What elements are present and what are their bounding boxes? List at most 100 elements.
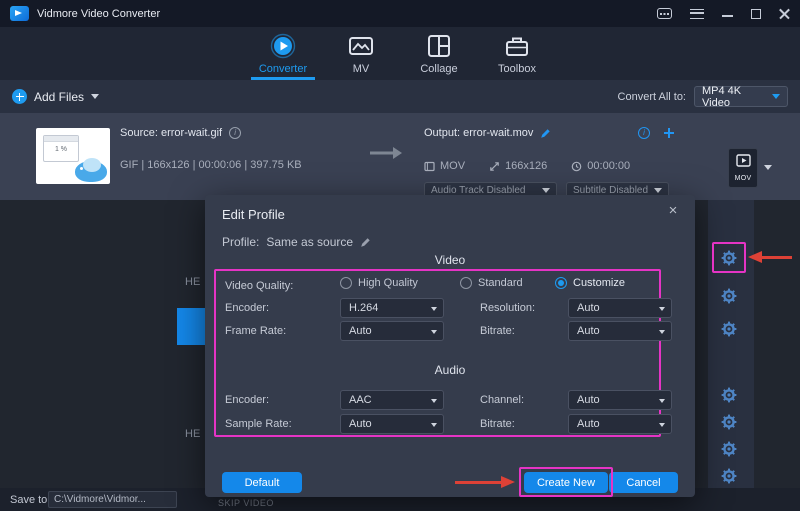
tab-label: Converter — [259, 63, 307, 75]
output-format-meta: MOV — [424, 160, 465, 172]
profile-settings-gear-icon[interactable] — [721, 321, 737, 337]
dialog-close-button[interactable]: × — [665, 203, 681, 218]
create-new-button[interactable]: Create New — [524, 472, 608, 493]
clock-icon — [571, 161, 582, 172]
window-title: Vidmore Video Converter — [37, 8, 160, 20]
tab-collage[interactable]: Collage — [400, 27, 478, 80]
audio-section-title: Audio — [205, 363, 695, 377]
file-thumbnail: 1 % — [36, 128, 110, 184]
rename-pencil-icon[interactable] — [540, 128, 551, 139]
channel-select[interactable]: Auto — [568, 390, 672, 410]
convert-all-to-label: Convert All to: — [618, 91, 686, 103]
video-bitrate-select[interactable]: Auto — [568, 321, 672, 341]
close-window-button[interactable] — [779, 8, 790, 19]
output-resolution-meta: 166x126 — [489, 160, 547, 172]
quality-option-1[interactable]: Standard — [460, 277, 523, 289]
save-to-label: Save to: — [10, 494, 50, 506]
tab-converter[interactable]: Converter — [244, 27, 322, 80]
audio-encoder-select[interactable]: AAC — [340, 390, 444, 410]
edit-profile-dialog: Edit Profile × Profile: Same as source V… — [205, 195, 695, 497]
add-plus-icon — [12, 89, 27, 104]
chevron-down-icon — [654, 188, 662, 193]
sample-rate-select[interactable]: Auto — [340, 414, 444, 434]
profile-label: Profile: — [222, 235, 259, 249]
video-encoder-select[interactable]: H.264 — [340, 298, 444, 318]
edit-profile-pencil-icon[interactable] — [360, 237, 371, 248]
tab-toolbox[interactable]: Toolbox — [478, 27, 556, 80]
background-text-fragment: HE — [185, 276, 200, 288]
app-logo-icon — [10, 6, 29, 21]
audio-bitrate-select[interactable]: Auto — [568, 414, 672, 434]
source-info-icon[interactable] — [229, 127, 241, 139]
video-section-title: Video — [205, 253, 695, 267]
format-icon — [424, 161, 435, 172]
background-text-fragment: SKIP VIDEO — [218, 498, 274, 508]
feedback-icon[interactable] — [657, 8, 672, 19]
chevron-down-icon — [542, 188, 550, 193]
channel-label: Channel: — [480, 394, 524, 406]
title-bar: Vidmore Video Converter — [0, 0, 800, 27]
chevron-down-icon — [431, 307, 437, 311]
save-path-dropdown[interactable]: C:\Vidmore\Vidmor... — [48, 491, 177, 508]
default-button[interactable]: Default — [222, 472, 302, 493]
resolution-select[interactable]: Auto — [568, 298, 672, 318]
annotation-arrow-gear — [748, 251, 762, 263]
profile-settings-gear-icon[interactable] — [721, 288, 737, 304]
tab-label: Toolbox — [498, 63, 536, 75]
dialog-title: Edit Profile — [222, 207, 285, 222]
tab-label: MV — [353, 63, 370, 75]
convert-all-format-dropdown[interactable]: MP4 4K Video — [694, 86, 788, 107]
hamburger-menu-icon[interactable] — [690, 9, 704, 19]
main-nav: Converter MV Collage — [0, 27, 800, 80]
chevron-down-icon — [659, 307, 665, 311]
chevron-down-icon — [91, 94, 99, 99]
sample-rate-label: Sample Rate: — [225, 418, 292, 430]
profile-settings-gear-icon[interactable] — [721, 387, 737, 403]
maximize-button[interactable] — [751, 9, 761, 19]
quality-option-0[interactable]: High Quality — [340, 277, 418, 289]
file-row: 1 % Source: error-wait.gif GIF | 166x126… — [0, 113, 800, 200]
radio-icon — [460, 277, 472, 289]
video-quality-label: Video Quality: — [225, 280, 293, 292]
chevron-down-icon — [659, 330, 665, 334]
audio-bitrate-label: Bitrate: — [480, 418, 515, 430]
move-icon[interactable] — [663, 127, 675, 139]
convert-direction-arrow-icon — [368, 145, 404, 161]
resize-icon — [489, 161, 500, 172]
background-text-fragment: HE — [185, 428, 200, 440]
annotation-arrow-create-new — [455, 481, 502, 484]
output-format-badge[interactable]: MOV — [728, 148, 758, 188]
profile-settings-gear-icon[interactable] — [721, 250, 737, 266]
profile-settings-gear-icon[interactable] — [721, 441, 737, 457]
profile-value: Same as source — [266, 235, 353, 249]
video-bitrate-label: Bitrate: — [480, 325, 515, 337]
chevron-down-icon — [431, 330, 437, 334]
video-encoder-label: Encoder: — [225, 302, 269, 314]
converter-play-icon — [270, 33, 296, 59]
collage-grid-icon — [426, 33, 452, 59]
chevron-down-icon — [659, 423, 665, 427]
background-selected-row — [177, 308, 205, 345]
cancel-button[interactable]: Cancel — [609, 472, 678, 493]
add-files-button[interactable]: Add Files — [12, 89, 99, 104]
profile-settings-gear-icon[interactable] — [721, 414, 737, 430]
output-duration-meta: 00:00:00 — [571, 160, 630, 172]
app-window: Vidmore Video Converter Converter — [0, 0, 800, 511]
chevron-down-icon — [772, 94, 780, 99]
profile-settings-gear-icon[interactable] — [721, 468, 737, 484]
tab-mv[interactable]: MV — [322, 27, 400, 80]
quality-option-2[interactable]: Customize — [555, 277, 625, 289]
mv-picture-icon — [348, 33, 374, 59]
toolbox-icon — [504, 33, 530, 59]
profile-settings-column — [708, 200, 754, 488]
video-file-icon — [736, 154, 751, 167]
minimize-button[interactable] — [722, 15, 733, 17]
audio-encoder-label: Encoder: — [225, 394, 269, 406]
radio-icon — [340, 277, 352, 289]
frame-rate-label: Frame Rate: — [225, 325, 286, 337]
toolbar: Add Files Converting Converted Convert A… — [0, 80, 800, 113]
frame-rate-select[interactable]: Auto — [340, 321, 444, 341]
format-badge-caret-icon[interactable] — [764, 165, 772, 170]
output-filename: Output: error-wait.mov — [424, 127, 533, 139]
output-info-icon[interactable] — [638, 127, 650, 139]
